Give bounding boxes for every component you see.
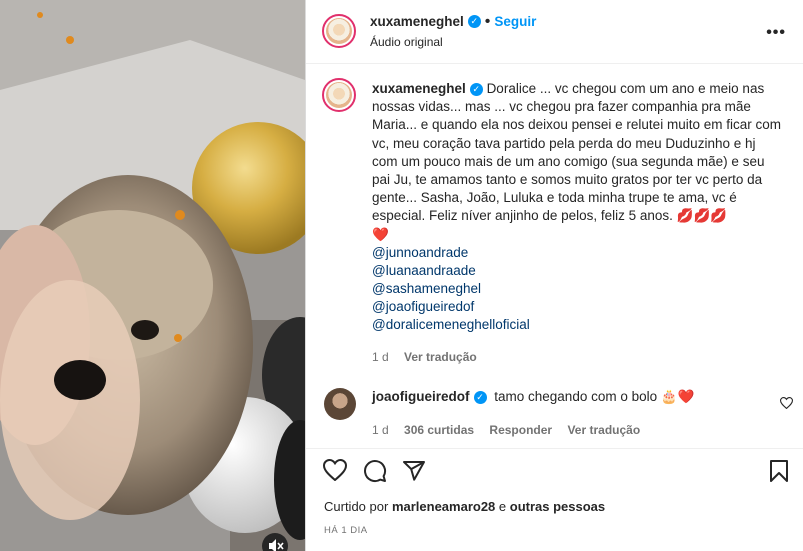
verified-badge-icon: ✓ xyxy=(469,82,483,96)
author-avatar[interactable] xyxy=(322,14,356,48)
comment-icon[interactable] xyxy=(363,459,387,488)
share-icon[interactable] xyxy=(402,459,426,488)
caption-translate-button[interactable]: Ver tradução xyxy=(404,350,477,364)
liked-by-prefix: Curtido por xyxy=(324,499,389,514)
post-caption: xuxameneghel ✓ Doralice ... vc chegou com… xyxy=(372,80,782,366)
comment-likes[interactable]: 306 curtidas xyxy=(404,423,474,437)
mention-link[interactable]: @joaofigueiredof xyxy=(372,298,782,316)
post-video[interactable] xyxy=(0,0,305,551)
post-header: xuxameneghel ✓ • Seguir Áudio original ••• xyxy=(306,0,803,64)
liked-by-and: e xyxy=(498,499,507,514)
liked-by-user[interactable]: marleneamaro28 xyxy=(392,499,495,514)
comment-meta: 1 d 306 curtidas Responder Ver tradução xyxy=(372,423,640,437)
commenter-username[interactable]: joaofigueiredof xyxy=(372,389,470,404)
mention-link[interactable]: @doralicemeneghelloficial xyxy=(372,316,782,334)
separator-dot: • xyxy=(484,13,491,30)
bookmark-icon[interactable] xyxy=(769,459,789,488)
caption-text: Doralice ... vc chegou com um ano e meio… xyxy=(372,81,781,224)
liked-by-others[interactable]: outras pessoas xyxy=(510,499,605,514)
mention-link[interactable]: @sashameneghel xyxy=(372,280,782,298)
comment-age[interactable]: 1 d xyxy=(372,423,389,437)
comment-translate-button[interactable]: Ver tradução xyxy=(567,423,640,437)
comment-text: tamo chegando com o bolo 🎂❤️ xyxy=(494,389,695,404)
liked-by-summary: Curtido por marleneamaro28 e outras pess… xyxy=(324,499,605,514)
reply-button[interactable]: Responder xyxy=(489,423,552,437)
post-actions-bar xyxy=(306,448,803,489)
verified-badge-icon: ✓ xyxy=(467,15,481,29)
mention-link[interactable]: @junnoandrade xyxy=(372,244,782,262)
follow-button[interactable]: Seguir xyxy=(494,14,536,29)
post-detail-panel: xuxameneghel ✓ • Seguir Áudio original ••• … xyxy=(305,0,803,551)
verified-badge-icon: ✓ xyxy=(473,390,487,404)
caption-author-avatar[interactable] xyxy=(322,78,356,112)
muted-speaker-icon[interactable] xyxy=(262,533,288,551)
caption-heart: ❤️ xyxy=(372,226,389,242)
caption-age[interactable]: 1 d xyxy=(372,350,389,364)
comment-item: joaofigueiredof ✓ tamo chegando com o bol… xyxy=(372,389,752,405)
mention-link[interactable]: @luanaandraade xyxy=(372,262,782,280)
dog-video-frame xyxy=(0,0,305,551)
audio-label[interactable]: Áudio original xyxy=(370,35,443,49)
caption-author-username[interactable]: xuxameneghel xyxy=(372,81,466,96)
author-username[interactable]: xuxameneghel xyxy=(370,14,464,29)
heart-icon[interactable] xyxy=(322,458,348,486)
commenter-avatar[interactable] xyxy=(324,388,356,420)
more-options-icon[interactable]: ••• xyxy=(766,24,786,42)
comment-like-heart-icon[interactable] xyxy=(779,396,794,414)
post-timestamp[interactable]: HÁ 1 DIA xyxy=(324,525,368,536)
